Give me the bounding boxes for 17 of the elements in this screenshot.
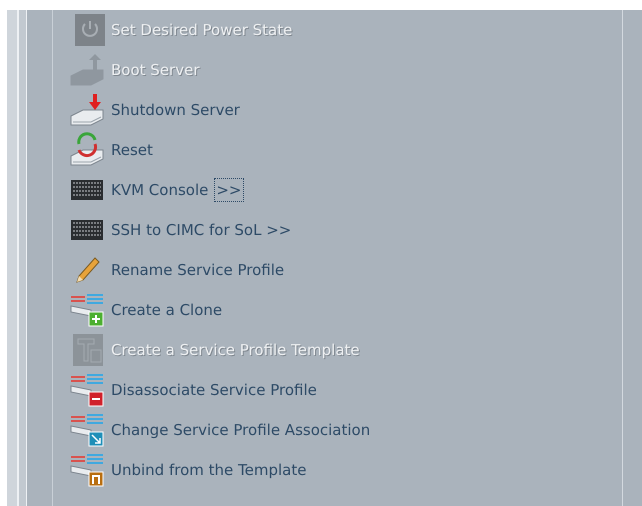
server-up-arrow-icon bbox=[69, 52, 105, 88]
profile-arrow-icon bbox=[69, 412, 105, 448]
menu-item[interactable]: SSH to CIMC for SoL >> bbox=[111, 218, 292, 242]
menu-item[interactable]: Unbind from the Template bbox=[111, 458, 306, 482]
menu-item[interactable]: Rename Service Profile bbox=[111, 258, 284, 282]
server-refresh-icon bbox=[69, 132, 105, 168]
profile-plus-icon bbox=[69, 292, 105, 328]
menu-item[interactable]: KVM Console bbox=[111, 178, 208, 202]
menu-item[interactable]: Shutdown Server bbox=[111, 98, 240, 122]
menu-item[interactable]: Disassociate Service Profile bbox=[111, 378, 317, 402]
profile-template-icon bbox=[69, 452, 105, 488]
server-down-arrow-icon bbox=[69, 92, 105, 128]
expand-link[interactable]: >> bbox=[214, 178, 244, 202]
menu-item[interactable]: Change Service Profile Association bbox=[111, 418, 370, 442]
profile-minus-icon bbox=[69, 372, 105, 408]
menu-item[interactable]: Create a Clone bbox=[111, 298, 222, 322]
menu-item[interactable]: Reset bbox=[111, 138, 153, 162]
